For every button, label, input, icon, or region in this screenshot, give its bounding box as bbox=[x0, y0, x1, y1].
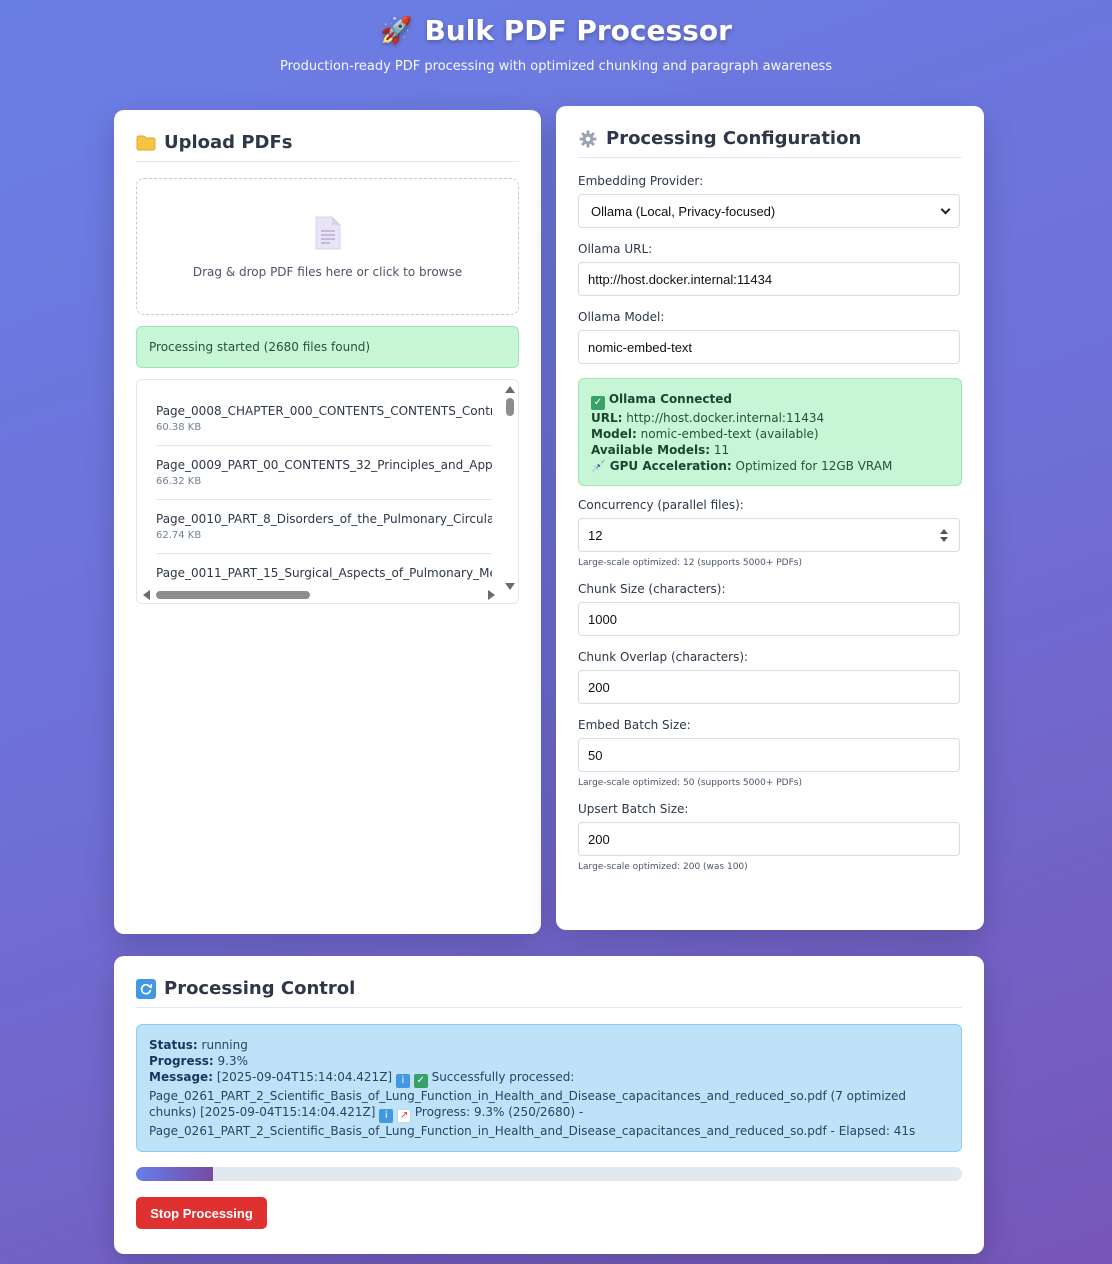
syringe-icon: 💉 bbox=[591, 459, 606, 473]
info-icon: i bbox=[395, 1074, 410, 1088]
page-subtitle: Production-ready PDF processing with opt… bbox=[279, 59, 833, 74]
chunk-overlap-label: Chunk Overlap (characters): bbox=[578, 650, 749, 664]
list-item[interactable]: Page_0009_PART_00_CONTENTS_32_Principles… bbox=[156, 446, 492, 500]
scroll-left-icon[interactable] bbox=[143, 590, 150, 600]
refresh-icon bbox=[136, 978, 156, 999]
file-name: Page_0011_PART_15_Surgical_Aspects_of_Pu… bbox=[156, 566, 492, 580]
dropzone-text: Drag & drop PDF files here or click to b… bbox=[192, 264, 463, 279]
file-name: Page_0010_PART_8_Disorders_of_the_Pulmon… bbox=[156, 512, 492, 526]
concurrency-hint: Large-scale optimized: 12 (supports 5000… bbox=[578, 558, 802, 568]
file-size: 62.74 KB bbox=[156, 530, 202, 541]
ollama-model-input[interactable]: nomic-embed-text bbox=[578, 330, 960, 364]
file-name: Page_0009_PART_00_CONTENTS_32_Principles… bbox=[156, 458, 492, 472]
vertical-scrollbar[interactable] bbox=[504, 382, 516, 590]
file-size: 66.32 KB bbox=[156, 476, 202, 487]
status-value: running bbox=[201, 1038, 248, 1052]
scroll-thumb[interactable] bbox=[506, 398, 514, 416]
info-icon: i bbox=[379, 1109, 394, 1123]
scroll-right-icon[interactable] bbox=[488, 590, 495, 600]
concurrency-label: Concurrency (parallel files): bbox=[578, 498, 744, 512]
concurrency-stepper[interactable]: 12 bbox=[578, 518, 960, 552]
page-header: 🚀 Bulk PDF Processor Production-ready PD… bbox=[0, 14, 1112, 74]
embed-batch-label: Embed Batch Size: bbox=[578, 718, 691, 732]
check-icon: ✓ bbox=[413, 1074, 428, 1088]
upsert-batch-label: Upsert Batch Size: bbox=[578, 802, 689, 816]
config-title: Processing Configuration bbox=[578, 128, 962, 158]
upsert-batch-input[interactable]: 200 bbox=[578, 822, 960, 856]
check-icon: ✓ bbox=[591, 396, 605, 410]
list-item[interactable]: Page_0010_PART_8_Disorders_of_the_Pulmon… bbox=[156, 500, 492, 554]
upload-title: Upload PDFs bbox=[136, 132, 519, 162]
progress-bar bbox=[136, 1167, 962, 1181]
chart-increasing-icon: ↗ bbox=[397, 1109, 412, 1123]
chunk-size-label: Chunk Size (characters): bbox=[578, 582, 726, 596]
provider-select[interactable]: Ollama (Local, Privacy-focused) bbox=[578, 194, 960, 228]
upsert-batch-hint: Large-scale optimized: 200 (was 100) bbox=[578, 862, 748, 872]
chunk-size-input[interactable]: 1000 bbox=[578, 602, 960, 636]
upload-status-alert: Processing started (2680 files found) bbox=[136, 326, 519, 368]
embed-batch-hint: Large-scale optimized: 50 (supports 5000… bbox=[578, 778, 802, 788]
page-title: 🚀 Bulk PDF Processor bbox=[380, 14, 732, 47]
list-item[interactable]: Page_0011_PART_15_Surgical_Aspects_of_Pu… bbox=[156, 554, 492, 592]
progress-bar-fill bbox=[136, 1167, 213, 1181]
file-size: 60.38 KB bbox=[156, 422, 202, 433]
folder-icon bbox=[136, 133, 156, 153]
horizontal-scrollbar[interactable] bbox=[139, 589, 503, 601]
file-list[interactable]: Page_0008_CHAPTER_000_CONTENTS_CONTENTS_… bbox=[136, 379, 519, 604]
chunk-overlap-input[interactable]: 200 bbox=[578, 670, 960, 704]
config-card: Processing Configuration Embedding Provi… bbox=[556, 106, 984, 930]
ollama-url-label: Ollama URL: bbox=[578, 242, 653, 256]
list-item[interactable]: Page_0008_CHAPTER_000_CONTENTS_CONTENTS_… bbox=[156, 380, 492, 446]
provider-label: Embedding Provider: bbox=[578, 174, 704, 188]
file-name: Page_0008_CHAPTER_000_CONTENTS_CONTENTS_… bbox=[156, 404, 492, 418]
ollama-model-label: Ollama Model: bbox=[578, 310, 665, 324]
chevron-down-icon bbox=[940, 204, 951, 214]
scroll-down-icon[interactable] bbox=[505, 583, 515, 590]
processing-status-box: Status: running Progress: 9.3% Message: … bbox=[136, 1024, 962, 1152]
upload-card: Upload PDFs Drag & drop PDF files here o… bbox=[114, 110, 541, 934]
embed-batch-input[interactable]: 50 bbox=[578, 738, 960, 772]
ollama-status-box: ✓ Ollama Connected URL: http://host.dock… bbox=[578, 378, 962, 486]
rocket-icon: 🚀 bbox=[380, 15, 413, 46]
control-card: Processing Control Status: running Progr… bbox=[114, 956, 984, 1254]
ollama-url-input[interactable]: http://host.docker.internal:11434 bbox=[578, 262, 960, 296]
stop-processing-button[interactable]: Stop Processing bbox=[136, 1197, 267, 1229]
scroll-thumb[interactable] bbox=[156, 591, 310, 599]
stepper-arrows-icon[interactable] bbox=[940, 528, 948, 542]
progress-value: 9.3% bbox=[217, 1054, 249, 1068]
document-icon bbox=[314, 215, 342, 251]
control-title: Processing Control bbox=[136, 978, 962, 1008]
gear-icon bbox=[578, 129, 598, 149]
pdf-dropzone[interactable]: Drag & drop PDF files here or click to b… bbox=[136, 178, 519, 315]
scroll-up-icon[interactable] bbox=[505, 386, 515, 393]
